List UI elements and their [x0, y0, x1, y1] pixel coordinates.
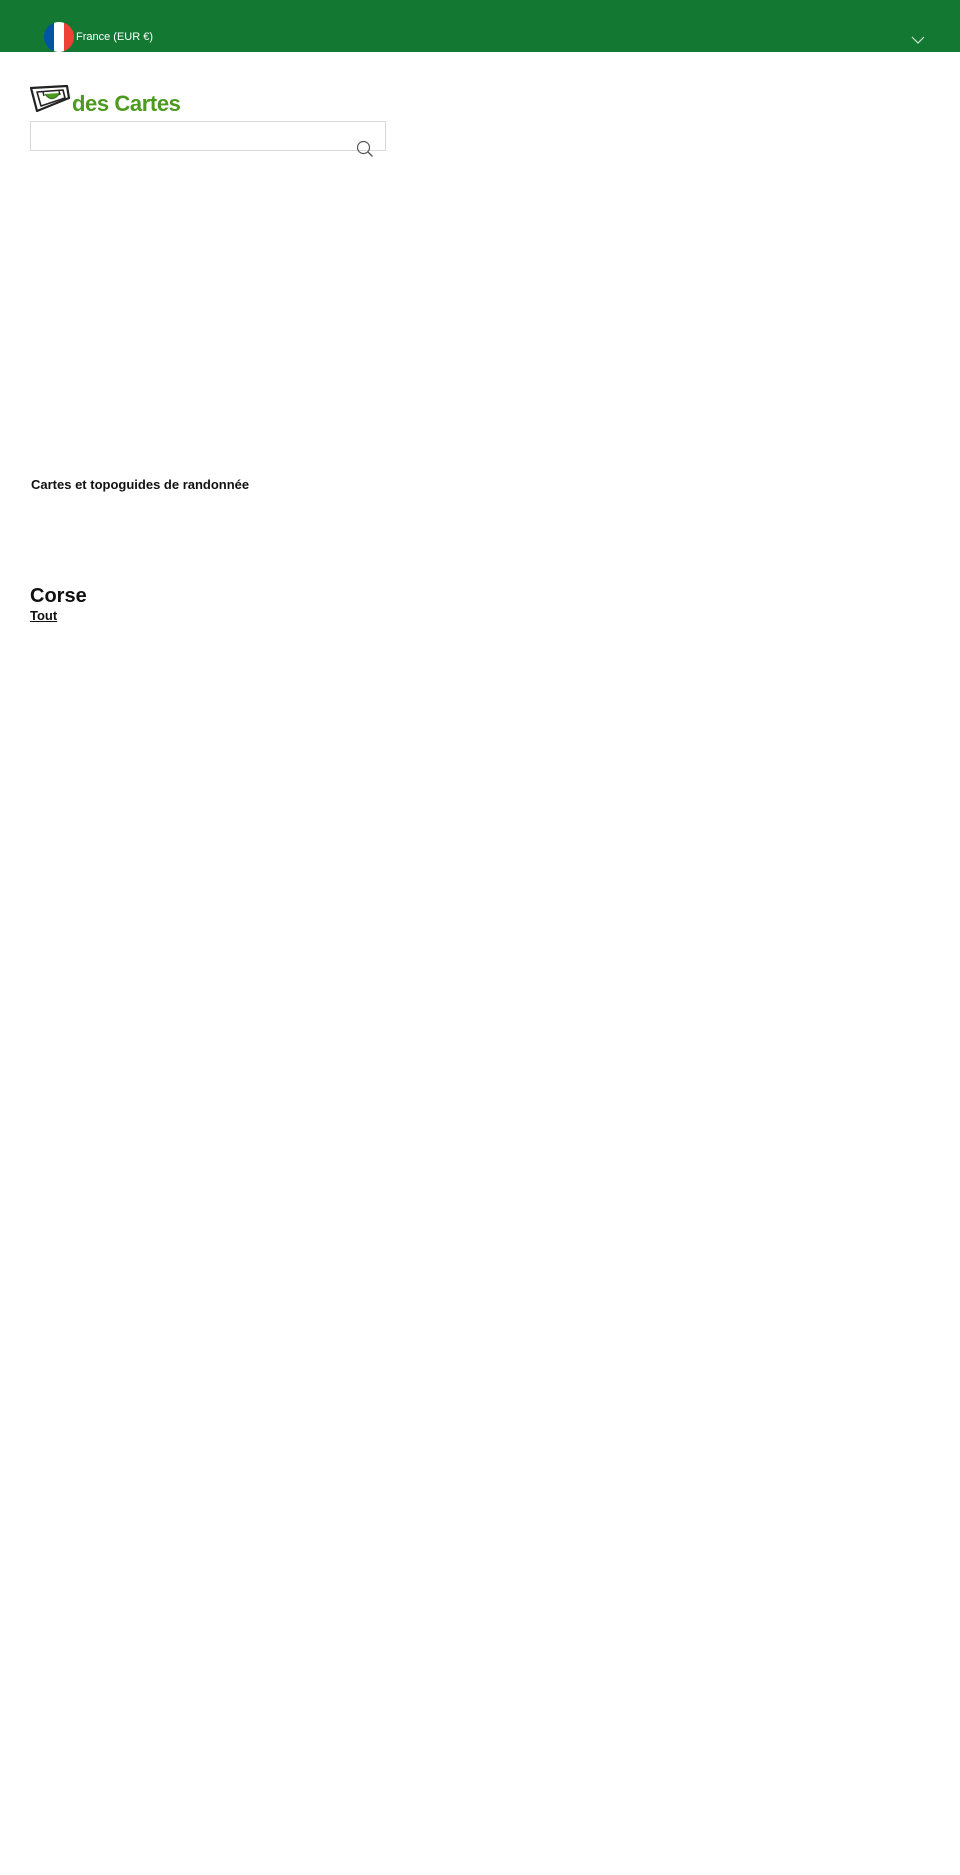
search-input[interactable] — [31, 122, 385, 150]
collection-title: Corse — [30, 585, 87, 607]
country-selector[interactable]: France (EUR €) — [44, 22, 153, 52]
search-box — [30, 121, 386, 157]
folded-map-icon — [29, 84, 71, 113]
logo-main-text: des Cartes — [72, 91, 181, 116]
chevron-down-icon[interactable] — [910, 35, 926, 45]
top-bar: France (EUR €) — [0, 0, 960, 52]
country-label: France (EUR €) — [76, 31, 154, 43]
france-flag-icon — [44, 22, 74, 52]
search-icon[interactable] — [356, 140, 374, 158]
site-logo[interactable]: Le Comptoir des Cartes — [29, 84, 181, 116]
site-tagline: Cartes et topoguides de randonnée — [31, 477, 250, 492]
filter-all-link[interactable]: Tout — [30, 609, 57, 622]
